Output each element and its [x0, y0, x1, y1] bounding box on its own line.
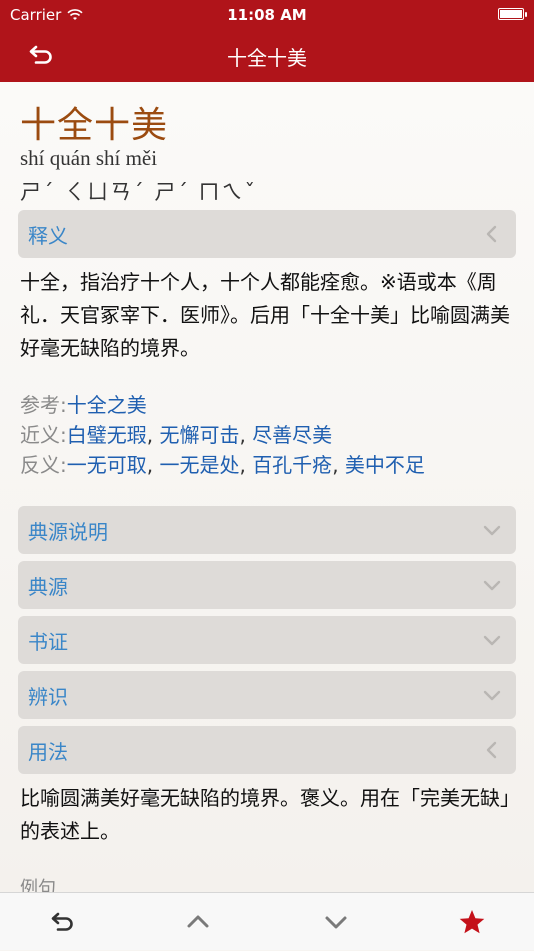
antonym-link[interactable]: 美中不足 — [345, 453, 425, 477]
antonym-label: 反义: — [20, 453, 67, 477]
back-tab-button[interactable] — [22, 893, 102, 951]
chevron-down-icon — [325, 916, 347, 929]
chevron-down-icon — [482, 520, 502, 540]
chevron-left-icon — [482, 740, 502, 760]
antonym-link[interactable]: 百孔千疮 — [252, 453, 332, 477]
favorite-button[interactable] — [432, 893, 512, 951]
previous-button[interactable] — [158, 893, 238, 951]
section-label: 典源 — [28, 574, 68, 599]
examples-label: 例句 — [20, 878, 56, 892]
return-arrow-icon — [51, 912, 73, 931]
reference-label: 参考: — [20, 393, 67, 417]
antonym-link[interactable]: 一无可取 — [67, 453, 147, 477]
bottom-toolbar — [0, 892, 534, 950]
top-bar: Carrier 11:08 AM 十全十美 — [0, 0, 534, 82]
synonym-row: 近义:白璧无瑕, 无懈可击, 尽善尽美 — [20, 423, 333, 447]
section-label: 书证 — [28, 629, 68, 654]
zhuyin-text: ㄕˊ ㄑㄩㄢˊ ㄕˊ ㄇㄟˇ — [20, 180, 258, 204]
synonym-label: 近义: — [20, 423, 67, 447]
section-usage[interactable]: 用法 — [18, 726, 516, 774]
definition-text: 十全，指治疗十个人，十个人都能痊愈。※语或本《周礼．天官冢宰下．医师》。后用「十… — [20, 270, 510, 360]
chevron-down-icon — [482, 575, 502, 595]
reference-row: 参考:十全之美 — [20, 390, 147, 420]
section-definition[interactable]: 释义 — [18, 210, 516, 258]
next-button[interactable] — [296, 893, 376, 951]
section-source[interactable]: 典源 — [18, 561, 516, 609]
status-bar: Carrier 11:08 AM — [0, 0, 534, 30]
usage-text: 比喻圆满美好毫无缺陷的境界。褒义。用在「完美无缺」的表述上。 — [20, 786, 510, 843]
status-time: 11:08 AM — [227, 6, 307, 24]
antonym-link[interactable]: 一无是处 — [159, 453, 239, 477]
star-icon — [459, 910, 485, 934]
chevron-left-icon — [482, 224, 502, 244]
idiom-heading: 十全十美 — [20, 105, 169, 146]
entry-content: 十全十美 shí quán shí měi ㄕˊ ㄑㄩㄢˊ ㄕˊ ㄇㄟˇ 释义 … — [0, 82, 534, 892]
section-discern[interactable]: 辨识 — [18, 671, 516, 719]
section-label: 用法 — [28, 739, 68, 764]
chevron-down-icon — [482, 630, 502, 650]
section-label: 典源说明 — [28, 519, 108, 544]
reference-link[interactable]: 十全之美 — [67, 393, 147, 417]
pinyin-text: shí quán shí měi — [20, 146, 158, 170]
navigation-bar: 十全十美 — [0, 30, 534, 82]
section-source-note[interactable]: 典源说明 — [18, 506, 516, 554]
section-evidence[interactable]: 书证 — [18, 616, 516, 664]
section-label: 辨识 — [28, 684, 68, 709]
antonym-row: 反义:一无可取, 一无是处, 百孔千疮, 美中不足 — [20, 453, 425, 477]
synonym-link[interactable]: 白璧无瑕 — [67, 423, 147, 447]
chevron-up-icon — [187, 915, 209, 928]
chevron-down-icon — [482, 685, 502, 705]
section-label: 释义 — [28, 223, 68, 248]
synonym-link[interactable]: 无懈可击 — [159, 423, 239, 447]
page-title: 十全十美 — [227, 46, 307, 70]
battery-icon — [498, 8, 527, 20]
synonym-link[interactable]: 尽善尽美 — [252, 423, 332, 447]
